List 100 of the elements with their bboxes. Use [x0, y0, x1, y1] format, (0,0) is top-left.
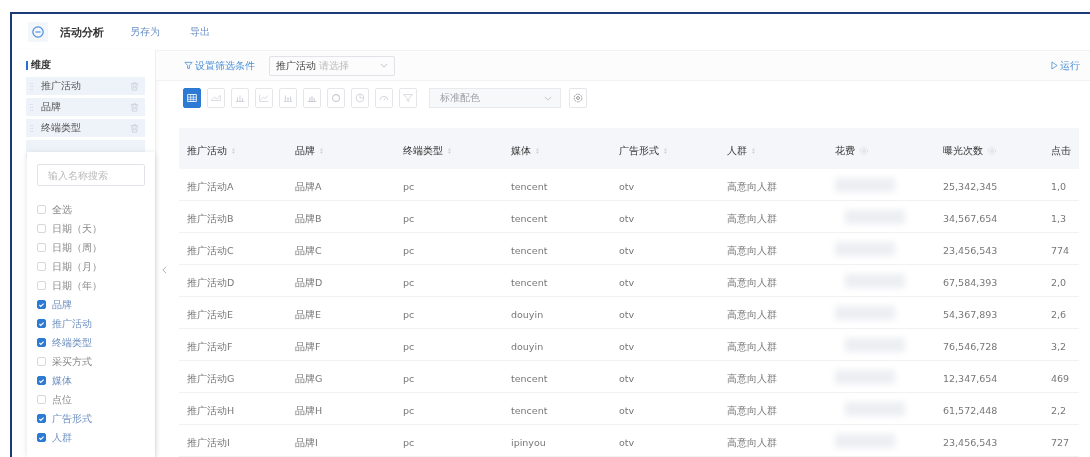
column-chart-button[interactable] — [303, 88, 321, 108]
column-header[interactable]: 人群 — [727, 144, 747, 158]
table-cell: tencent — [511, 277, 548, 288]
checkbox-option[interactable]: 全选 — [37, 200, 145, 219]
table-cell: tencent — [511, 213, 548, 224]
checkbox-option[interactable]: 媒体 — [37, 371, 145, 390]
column-header[interactable]: 花费 — [835, 144, 855, 158]
area-chart-icon[interactable] — [210, 92, 222, 104]
line-chart-button[interactable] — [255, 88, 273, 108]
table-cell: 1,0 — [1051, 181, 1067, 192]
checkbox[interactable] — [37, 300, 46, 309]
area-chart-button[interactable] — [207, 88, 225, 108]
gauge-button[interactable] — [375, 88, 393, 108]
table-cell: tencent — [511, 245, 548, 256]
pie-chart-button[interactable] — [351, 88, 369, 108]
checkbox-option[interactable]: 采买方式 — [37, 352, 145, 371]
run-button[interactable]: 运行 — [1051, 58, 1080, 73]
table-icon[interactable] — [186, 92, 198, 104]
table-cell: otv — [619, 341, 635, 352]
collapse-icon[interactable] — [162, 266, 167, 274]
table-cell: pc — [403, 245, 415, 256]
table-cell: 高意向人群 — [727, 245, 777, 256]
table-cell: 2,0 — [1051, 277, 1067, 288]
table-cell: 12,347,654 — [943, 373, 998, 384]
trash-icon[interactable] — [130, 102, 139, 112]
checkbox-option[interactable]: 品牌 — [37, 295, 145, 314]
color-scheme-select[interactable]: 标准配色 — [429, 88, 561, 108]
sort-icon[interactable] — [447, 147, 452, 155]
table-cell: 品牌D — [295, 277, 323, 288]
ring-chart-button[interactable] — [327, 88, 345, 108]
column-header[interactable]: 媒体 — [511, 144, 531, 158]
sort-icon[interactable] — [751, 147, 756, 155]
checkbox-option[interactable]: 人群 — [37, 428, 145, 447]
table-cell: pc — [403, 181, 415, 192]
sort-icon[interactable] — [535, 147, 540, 155]
table-cell: otv — [619, 437, 635, 448]
table-cell: 高意向人群 — [727, 277, 777, 288]
funnel-icon[interactable] — [402, 92, 414, 104]
checkbox-option[interactable]: 日期（天） — [37, 219, 145, 238]
dimension-item[interactable]: 推广活动 — [26, 77, 145, 95]
checkbox[interactable] — [37, 433, 46, 442]
table-cell: otv — [619, 373, 635, 384]
checkbox[interactable] — [37, 319, 46, 328]
checkbox-option[interactable]: 日期（周） — [37, 238, 145, 257]
select-placeholder: 标准配色 — [440, 91, 480, 105]
checkbox[interactable] — [37, 376, 46, 385]
checkbox-option[interactable]: 日期（年） — [37, 276, 145, 295]
filter-button[interactable]: 设置筛选条件 — [184, 58, 255, 73]
column-header[interactable]: 广告形式 — [619, 144, 659, 158]
dimension-item[interactable]: 终端类型 — [26, 119, 145, 137]
table-cell: 品牌I — [295, 437, 318, 448]
trash-icon[interactable] — [130, 81, 139, 91]
bar-chart-button[interactable] — [231, 88, 249, 108]
settings-button[interactable] — [569, 88, 587, 108]
sort-icon[interactable] — [231, 147, 236, 155]
line-chart-icon[interactable] — [258, 92, 270, 104]
table-cell: pc — [403, 277, 415, 288]
column-header[interactable]: 曝光次数 — [943, 144, 983, 158]
funnel-button[interactable] — [399, 88, 417, 108]
column-header[interactable]: 终端类型 — [403, 144, 443, 158]
dimension-item[interactable]: 品牌 — [26, 98, 145, 116]
table-cell: 推广活动I — [187, 437, 230, 448]
checkbox-option[interactable]: 推广活动 — [37, 314, 145, 333]
checkbox-option[interactable]: 点位 — [37, 390, 145, 409]
table-cell: otv — [619, 181, 635, 192]
heading-marker — [26, 60, 28, 70]
trash-icon[interactable] — [130, 123, 139, 133]
checkbox-option[interactable]: 终端类型 — [37, 333, 145, 352]
checkbox-option[interactable]: 日期（月） — [37, 257, 145, 276]
table-cell: otv — [619, 405, 635, 416]
table-cell: tencent — [511, 373, 548, 384]
column-header[interactable]: 品牌 — [295, 144, 315, 158]
table-cell: 高意向人群 — [727, 309, 777, 320]
table-cell: 推广活动E — [187, 309, 233, 320]
stacked-bar-button[interactable] — [279, 88, 297, 108]
checkbox[interactable] — [37, 338, 46, 347]
header-link[interactable]: 导出 — [190, 25, 210, 39]
sort-icon[interactable] — [319, 147, 324, 155]
settings-icon[interactable] — [572, 92, 584, 104]
column-header[interactable]: 推广活动 — [187, 144, 227, 158]
header-link[interactable]: 另存为 — [130, 25, 160, 39]
ring-chart-icon[interactable] — [330, 92, 342, 104]
stacked-bar-icon[interactable] — [282, 92, 294, 104]
pie-chart-icon[interactable] — [354, 92, 366, 104]
bar-chart-icon[interactable] — [234, 92, 246, 104]
table-cell: otv — [619, 245, 635, 256]
table-cell: tencent — [511, 405, 548, 416]
sort-icon[interactable] — [663, 147, 668, 155]
table-cell: pc — [403, 373, 415, 384]
search-field[interactable]: 输入名称搜索 — [37, 164, 145, 186]
table-cell: 2,6 — [1051, 309, 1067, 320]
table-cell: 469 — [1051, 373, 1070, 384]
checkbox-option[interactable]: 广告形式 — [37, 409, 145, 428]
table-cell: 34,567,654 — [943, 213, 998, 224]
checkbox[interactable] — [37, 414, 46, 423]
column-header[interactable]: 点击 — [1051, 144, 1071, 158]
table-cell: 推广活动B — [187, 213, 234, 224]
table-button[interactable] — [183, 88, 201, 108]
table-cell: 23,456,543 — [943, 437, 998, 448]
table-cell: 推广活动C — [187, 245, 234, 256]
